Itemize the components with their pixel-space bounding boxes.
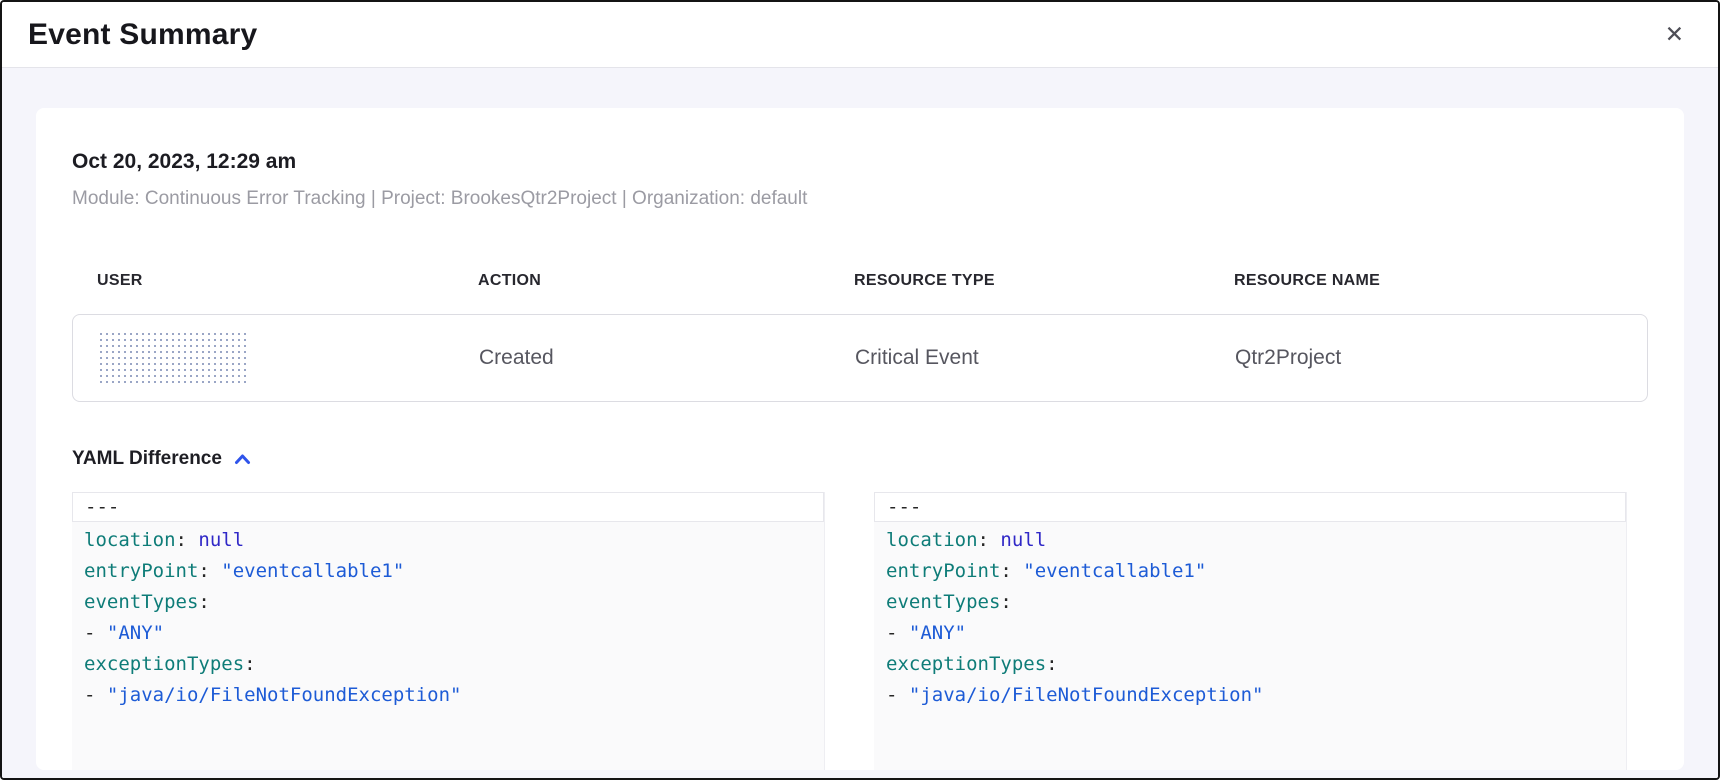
code-line: - "ANY"	[84, 618, 812, 649]
chevron-up-icon	[234, 453, 251, 465]
event-timestamp: Oct 20, 2023, 12:29 am	[72, 150, 1648, 174]
event-card: Oct 20, 2023, 12:29 am Module: Continuou…	[36, 108, 1684, 770]
resource-type-cell: Critical Event	[855, 346, 1235, 370]
table-row: Created Critical Event Qtr2Project	[72, 314, 1648, 402]
scrollbar-track[interactable]	[824, 492, 846, 770]
modal-title: Event Summary	[28, 18, 257, 52]
scrollbar-track[interactable]	[1626, 492, 1648, 770]
modal-header: Event Summary ✕	[2, 2, 1718, 68]
close-icon: ✕	[1665, 21, 1684, 47]
code-line: entryPoint: "eventcallable1"	[886, 556, 1614, 587]
column-header-action: ACTION	[478, 272, 854, 290]
code-line: exceptionTypes:	[84, 649, 812, 680]
yaml-difference-label: YAML Difference	[72, 448, 222, 470]
code-line: - "java/io/FileNotFoundException"	[84, 680, 812, 711]
yaml-panel-left-topbar: ---	[72, 492, 824, 522]
column-header-resource-type: RESOURCE TYPE	[854, 272, 1234, 290]
code-line: - "ANY"	[886, 618, 1614, 649]
yaml-difference-section-header: YAML Difference	[72, 448, 1648, 470]
collapse-toggle-button[interactable]	[232, 451, 253, 467]
action-cell: Created	[479, 346, 855, 370]
yaml-panel-right-code: location: nullentryPoint: "eventcallable…	[874, 522, 1626, 723]
event-meta: Module: Continuous Error Tracking | Proj…	[72, 188, 1648, 210]
modal-body: Oct 20, 2023, 12:29 am Module: Continuou…	[2, 68, 1718, 778]
code-line: eventTypes:	[84, 587, 812, 618]
user-redacted-blur	[98, 331, 250, 385]
yaml-diff-panel-right: --- location: nullentryPoint: "eventcall…	[874, 492, 1648, 770]
column-header-user: USER	[97, 272, 478, 290]
code-line: entryPoint: "eventcallable1"	[84, 556, 812, 587]
code-line: ---	[85, 492, 119, 523]
close-button[interactable]: ✕	[1661, 19, 1688, 50]
code-line: ---	[887, 492, 921, 523]
code-line: exceptionTypes:	[886, 649, 1614, 680]
resource-name-cell: Qtr2Project	[1235, 346, 1647, 370]
event-summary-modal: Event Summary ✕ Oct 20, 2023, 12:29 am M…	[0, 0, 1720, 780]
code-line: location: null	[84, 525, 812, 556]
table-header-row: USER ACTION RESOURCE TYPE RESOURCE NAME	[72, 272, 1648, 290]
user-cell	[98, 331, 479, 385]
yaml-panel-left-code: location: nullentryPoint: "eventcallable…	[72, 522, 824, 723]
yaml-panel-right-topbar: ---	[874, 492, 1626, 522]
yaml-diff-panel-left: --- location: nullentryPoint: "eventcall…	[72, 492, 846, 770]
code-line: eventTypes:	[886, 587, 1614, 618]
code-line: location: null	[886, 525, 1614, 556]
column-header-resource-name: RESOURCE NAME	[1234, 272, 1648, 290]
code-line: - "java/io/FileNotFoundException"	[886, 680, 1614, 711]
yaml-diff-panels: --- location: nullentryPoint: "eventcall…	[72, 492, 1648, 770]
